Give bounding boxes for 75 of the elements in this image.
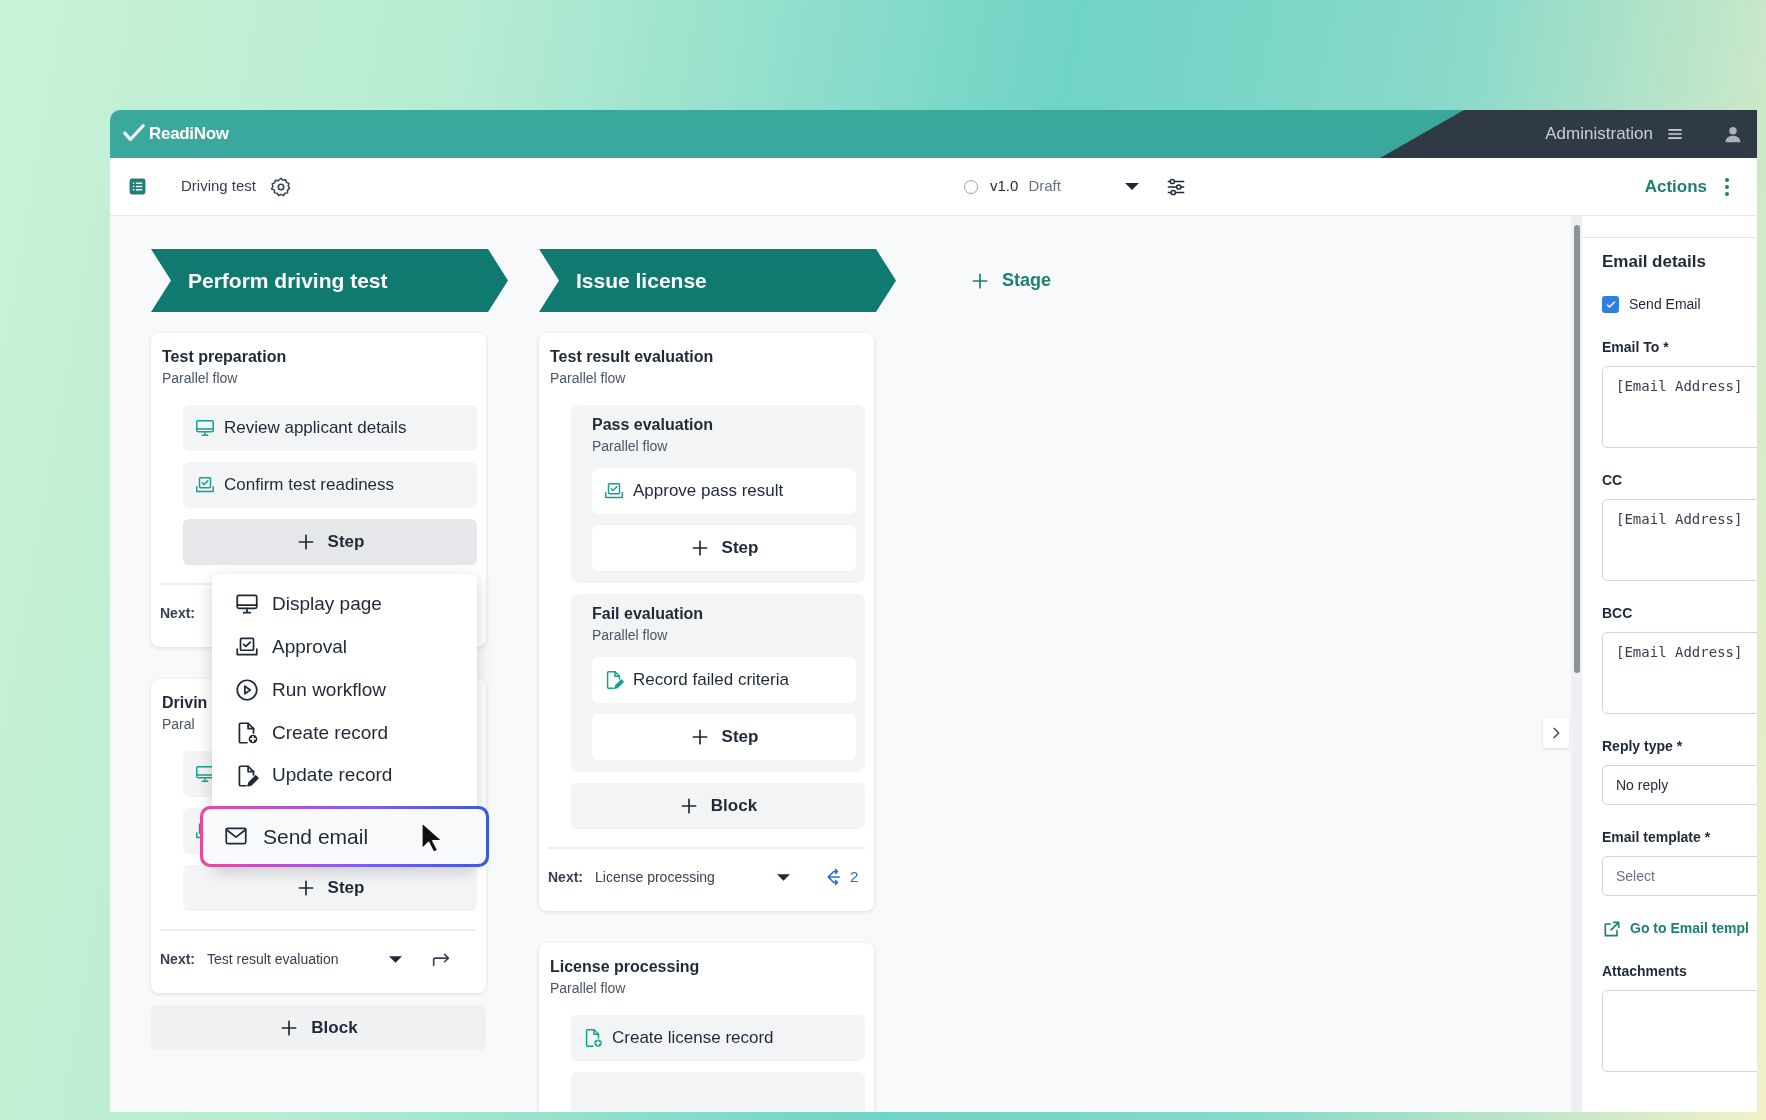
next-label: Next: (160, 603, 195, 623)
menu-item[interactable]: Update record (212, 754, 477, 797)
scrollbar-thumb[interactable] (1573, 225, 1580, 673)
select-field[interactable]: No reply (1602, 765, 1757, 805)
next-label: Next: (548, 867, 583, 887)
add-block-button[interactable]: Block (151, 1005, 486, 1050)
next-stage-value: License processing (595, 867, 715, 887)
block-title: Fail evaluation (592, 604, 705, 624)
add-item-button[interactable]: Step (592, 525, 856, 571)
status-label: Draft (1028, 176, 1061, 197)
select-field[interactable]: Select (1602, 856, 1757, 896)
card-subtitle: Parallel flow (550, 369, 626, 388)
email-template-link[interactable]: Go to Email templ (1602, 918, 1757, 939)
settings-icon (270, 175, 293, 198)
step-item[interactable]: Create license record (571, 1015, 865, 1061)
caret-icon (777, 873, 790, 881)
card-title: Test preparation (162, 347, 287, 367)
textarea-field[interactable]: [Email Address] (1602, 366, 1757, 448)
step-item[interactable]: Review applicant details (183, 405, 477, 451)
add-item-button[interactable]: Step (183, 865, 477, 911)
add-item-button[interactable]: Step (183, 519, 477, 565)
checkbox-label: Send Email (1629, 295, 1701, 314)
field-label: Attachments (1602, 962, 1688, 981)
card-subtitle: Paral (162, 715, 195, 734)
menu-item[interactable]: Run workflow (212, 668, 477, 712)
expand-panel-button[interactable] (1543, 718, 1569, 748)
block-subtitle: Parallel flow (592, 437, 669, 456)
textarea-field[interactable] (1602, 990, 1757, 1072)
step-item[interactable]: Record failed criteria (592, 657, 856, 703)
workflow-title: Driving test (181, 176, 257, 197)
next-stage-value: Test result evaluation (207, 949, 339, 969)
stage-header[interactable]: Perform driving test (151, 249, 508, 312)
list-icon (128, 177, 147, 196)
caret-icon (389, 955, 402, 963)
version-label: v1.0 (990, 176, 1019, 197)
field-label: CC (1602, 471, 1624, 490)
step-item[interactable]: Approve pass result (592, 468, 856, 514)
menu-item[interactable]: Display page (212, 583, 477, 626)
field-label: BCC (1602, 604, 1634, 623)
menu-item[interactable]: Send email (200, 806, 489, 867)
actions-button[interactable]: Actions (1644, 173, 1707, 200)
play-circle-icon (234, 677, 260, 703)
checkbox[interactable] (1602, 296, 1619, 313)
caret-icon (1124, 183, 1139, 190)
card-subtitle: Parallel flow (550, 979, 626, 998)
next-stage-select[interactable]: Test result evaluation (207, 948, 402, 970)
add-item-button[interactable]: Step (592, 714, 856, 760)
next-stage-select[interactable]: License processing (595, 866, 790, 888)
add-block-button[interactable]: Block (571, 783, 865, 829)
step-item[interactable]: Confirm test readiness (183, 462, 477, 508)
branches-button[interactable]: 2 (820, 865, 859, 889)
block-subtitle: Parallel flow (592, 626, 669, 645)
external-link-icon (1602, 918, 1622, 939)
block-title: Pass evaluation (592, 415, 714, 435)
stage-header[interactable]: Issue license (539, 249, 896, 312)
add-stage-button[interactable]: Stage (970, 249, 1052, 312)
field-label: Email template * (1602, 828, 1712, 847)
more-icon (1725, 177, 1729, 196)
menu-item[interactable]: Create record (212, 711, 477, 755)
card-title: License processing (550, 957, 700, 977)
panel-title: Email details (1602, 251, 1707, 273)
textarea-field[interactable]: [Email Address] (1602, 499, 1757, 581)
field-label: Reply type * (1602, 737, 1684, 756)
card-title: Drivin (162, 693, 208, 713)
menu-item[interactable]: Approval (212, 625, 477, 669)
check-icon (1604, 298, 1617, 311)
field-label: Email To * (1602, 338, 1670, 357)
card-subtitle: Parallel flow (162, 369, 238, 388)
admin-label[interactable]: Administration (1545, 121, 1653, 147)
monitor-icon (194, 417, 216, 439)
user-icon (1723, 124, 1743, 144)
card-title: Test result evaluation (550, 347, 714, 367)
textarea-field[interactable]: [Email Address] (1602, 632, 1757, 714)
brand-name: ReadiNow (149, 123, 229, 146)
next-label: Next: (160, 949, 195, 969)
